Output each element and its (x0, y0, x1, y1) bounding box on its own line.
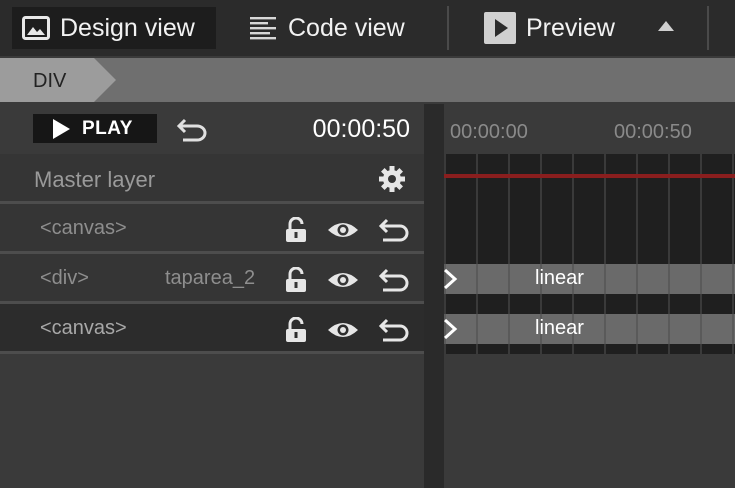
layer-name: <div> (40, 267, 89, 289)
play-button[interactable]: PLAY (33, 114, 157, 143)
ruler-tick-label: 00:00:50 (614, 121, 692, 143)
toolbar-divider (707, 6, 709, 50)
time-ruler[interactable]: 00:00:00 00:00:50 (444, 104, 735, 154)
unlock-icon[interactable] (285, 316, 307, 348)
unlock-icon[interactable] (285, 216, 307, 248)
timeline-panel: 00:00:00 00:00:50 linear linear (443, 104, 735, 488)
play-icon (53, 118, 70, 139)
chevron-right-icon[interactable] (443, 268, 458, 294)
playhead-line[interactable] (444, 174, 735, 178)
design-view-button[interactable]: Design view (12, 7, 216, 49)
collapse-caret-icon[interactable] (658, 21, 674, 31)
play-label: PLAY (82, 117, 133, 139)
easing-label: linear (535, 317, 584, 339)
main-toolbar: Design view Code view Preview (0, 0, 735, 56)
eye-icon[interactable] (327, 220, 359, 245)
design-view-label: Design view (60, 13, 195, 42)
layer-name: <canvas> (40, 217, 127, 239)
chevron-right-icon[interactable] (443, 318, 458, 344)
play-box-icon (484, 12, 516, 44)
layer-row[interactable]: <canvas> (0, 304, 424, 354)
layer-name: <canvas> (40, 317, 127, 339)
preview-label: Preview (526, 13, 615, 42)
layer-id: taparea_2 (165, 267, 256, 289)
eye-icon[interactable] (327, 320, 359, 345)
layer-row[interactable]: <canvas> (0, 204, 424, 254)
image-icon (22, 16, 50, 40)
transport-bar: PLAY 00:00:50 (0, 104, 424, 154)
current-time: 00:00:50 (312, 115, 410, 143)
panel-splitter[interactable] (424, 104, 444, 488)
easing-label: linear (535, 267, 584, 289)
gear-icon[interactable] (378, 165, 406, 198)
undo-icon[interactable] (175, 116, 209, 147)
undo-icon[interactable] (377, 268, 411, 297)
layer-row[interactable]: <div> taparea_2 (0, 254, 424, 304)
keyframe-track[interactable]: linear (443, 264, 735, 294)
breadcrumb-label: DIV (33, 70, 67, 92)
text-lines-icon (250, 16, 278, 40)
toolbar-divider (447, 6, 449, 50)
unlock-icon[interactable] (285, 266, 307, 298)
undo-icon[interactable] (377, 318, 411, 347)
ruler-tick-label: 00:00:00 (450, 121, 528, 143)
master-layer-label: Master layer (34, 167, 156, 192)
code-view-button[interactable]: Code view (250, 7, 405, 49)
master-layer-row[interactable]: Master layer (0, 154, 424, 204)
breadcrumb-item-div[interactable]: DIV (0, 58, 116, 102)
code-view-label: Code view (288, 13, 405, 42)
undo-icon[interactable] (377, 218, 411, 247)
keyframe-track[interactable]: linear (443, 314, 735, 344)
preview-button[interactable]: Preview (484, 7, 615, 49)
layers-panel: PLAY 00:00:50 Master layer <canvas> <div… (0, 104, 424, 488)
breadcrumb: DIV (0, 58, 735, 102)
eye-icon[interactable] (327, 270, 359, 295)
